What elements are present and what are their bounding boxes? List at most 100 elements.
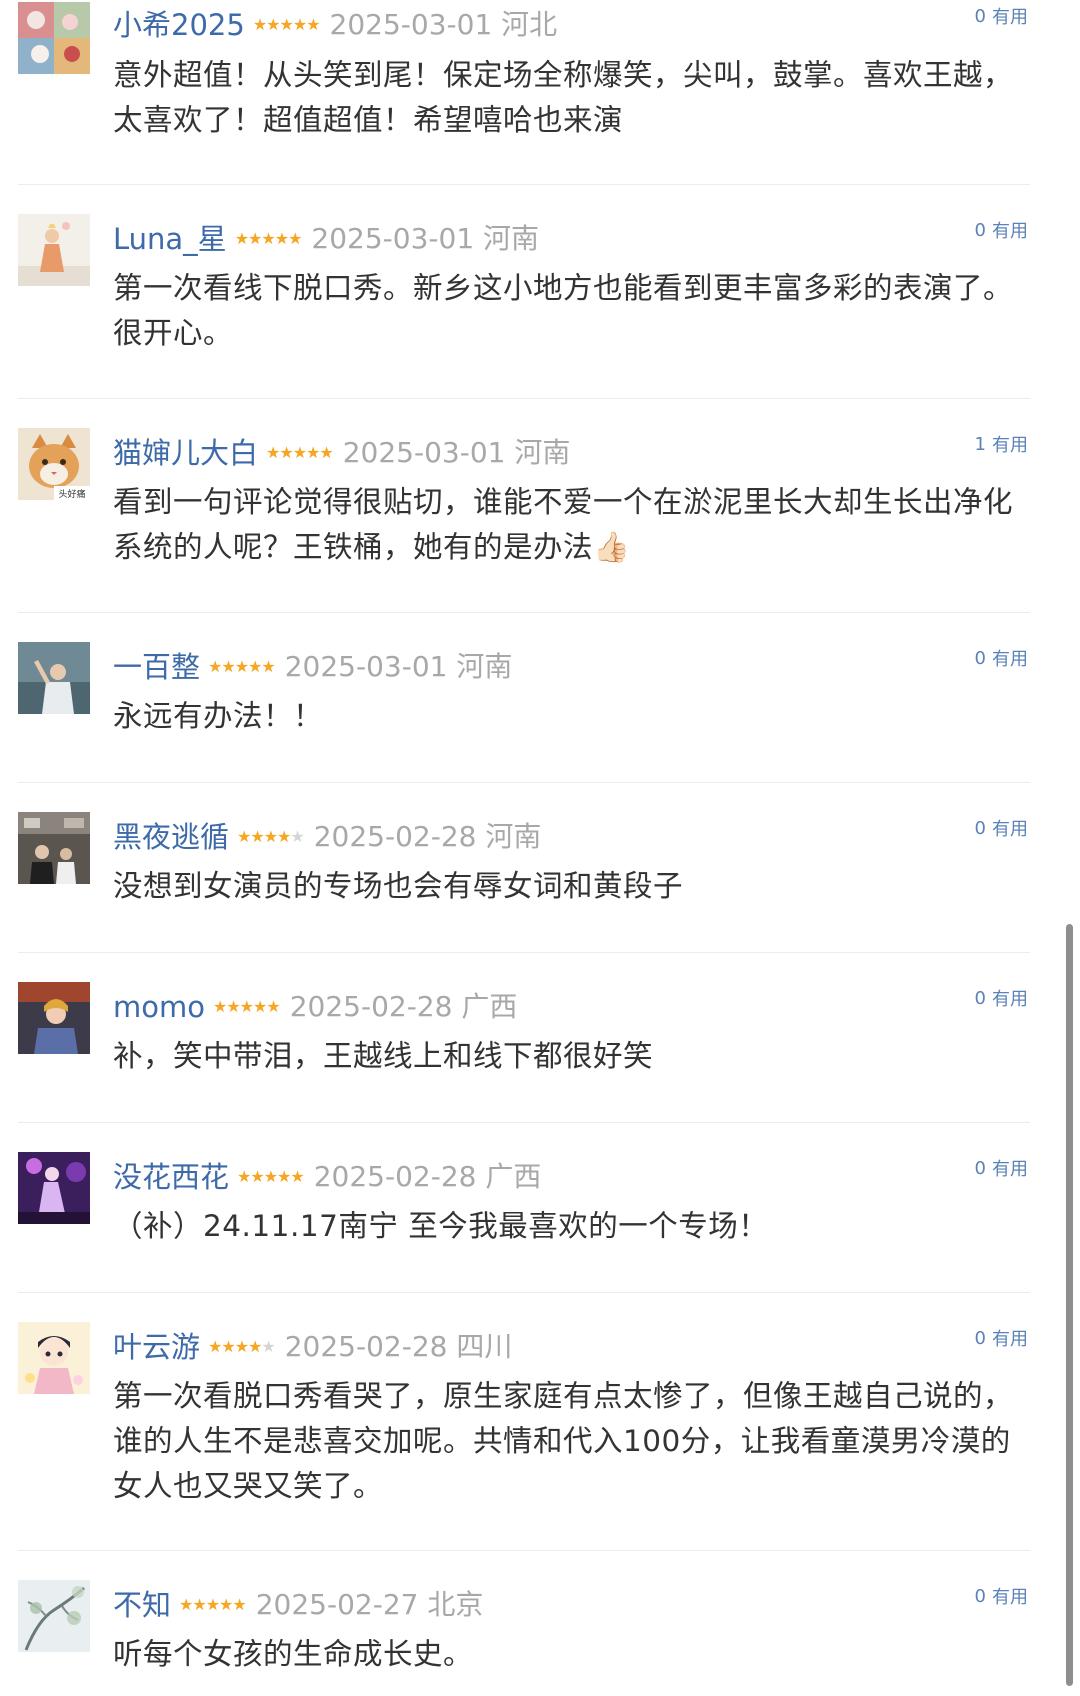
- username[interactable]: 猫婶儿大白: [113, 431, 258, 475]
- rating-stars: ★ ★ ★ ★ ★: [237, 1155, 305, 1199]
- star-filled-icon: ★: [234, 657, 249, 676]
- comment-meta: 没花西花 ★ ★ ★ ★ ★ 2025-02-28 广西: [113, 1155, 970, 1199]
- avatar[interactable]: [18, 1152, 90, 1224]
- username[interactable]: 没花西花: [113, 1155, 229, 1199]
- useful-button[interactable]: 0 有用: [975, 976, 1028, 1020]
- username[interactable]: Luna_星: [113, 217, 227, 261]
- star-filled-icon: ★: [221, 1337, 235, 1356]
- star-filled-icon: ★: [306, 443, 320, 462]
- star-filled-icon: ★: [248, 657, 262, 676]
- divider: [18, 952, 1030, 953]
- avatar-indoor-photo-icon: [18, 812, 90, 884]
- comment-meta: Luna_星 ★ ★ ★ ★ ★ 2025-03-01 河南: [113, 217, 970, 261]
- avatar[interactable]: [18, 642, 90, 714]
- star-filled-icon: ★: [274, 229, 289, 248]
- avatar-floral-collage-icon: [18, 2, 90, 74]
- avatar[interactable]: [18, 214, 90, 286]
- avatar-anime-girl-icon: [18, 1322, 90, 1394]
- useful-count: 1: [974, 433, 986, 455]
- avatar-snowy-tree-icon: [18, 1580, 90, 1652]
- star-filled-icon: ★: [250, 827, 264, 846]
- star-empty-icon: ★: [290, 827, 304, 846]
- divider: [18, 184, 1030, 185]
- avatar[interactable]: 头好痛: [18, 428, 90, 500]
- useful-label: 有用: [992, 435, 1028, 456]
- useful-label: 有用: [992, 989, 1028, 1010]
- useful-button[interactable]: 0 有用: [975, 636, 1028, 680]
- avatar[interactable]: [18, 1580, 90, 1652]
- star-filled-icon: ★: [279, 15, 294, 34]
- comment-meta: momo ★ ★ ★ ★ ★ 2025-02-28 广西: [113, 985, 970, 1029]
- star-empty-icon: ★: [261, 1337, 275, 1356]
- star-filled-icon: ★: [253, 997, 267, 1016]
- username[interactable]: 小希2025: [113, 3, 245, 47]
- useful-count: 0: [974, 1157, 986, 1179]
- rating-stars: ★ ★ ★ ★ ★: [212, 985, 281, 1029]
- comment-text: 没想到女演员的专场也会有辱女词和黄段子: [113, 869, 684, 903]
- username[interactable]: momo: [113, 985, 205, 1029]
- star-filled-icon: ★: [232, 1595, 246, 1614]
- star-filled-icon: ★: [292, 443, 307, 462]
- star-filled-icon: ★: [212, 997, 227, 1016]
- star-filled-icon: ★: [261, 229, 275, 248]
- username[interactable]: 黑夜逃循: [113, 815, 229, 859]
- star-filled-icon: ★: [237, 1167, 251, 1186]
- comment-text: 补，笑中带泪，王越线上和线下都很好笑: [113, 1039, 654, 1073]
- comments-page: 小希2025 ★ ★ ★ ★ ★ 2025-03-01 河北 0 有用 意外超值！从头笑…: [0, 0, 1080, 1696]
- star-filled-icon: ★: [277, 827, 291, 846]
- useful-button[interactable]: 0 有用: [975, 0, 1028, 38]
- star-filled-icon: ★: [263, 1167, 278, 1186]
- comment-location: 河南: [514, 436, 571, 469]
- comment-meta: 黑夜逃循 ★ ★ ★ ★ ★ 2025-02-28 河南: [113, 815, 970, 859]
- useful-count: 0: [974, 5, 986, 27]
- comment-text: 意外超值！从头笑到尾！保定场全称爆笑，尖叫，鼓掌。喜欢王越，太喜欢了！超值超值！…: [113, 58, 1014, 137]
- divider: [18, 782, 1030, 783]
- comment-location: 广西: [485, 1160, 542, 1193]
- comment-location: 河北: [501, 8, 558, 41]
- comment-location: 广西: [461, 990, 518, 1023]
- username[interactable]: 不知: [113, 1583, 171, 1627]
- useful-label: 有用: [992, 1329, 1028, 1350]
- comment-location: 河南: [456, 650, 513, 683]
- star-filled-icon: ★: [179, 1595, 193, 1614]
- comment-text: 听每个女孩的生命成长史。: [113, 1637, 474, 1671]
- comment-meta: 叶云游 ★ ★ ★ ★ ★ 2025-02-28 四川: [113, 1325, 970, 1369]
- star-filled-icon: ★: [252, 15, 267, 34]
- comment-text: 第一次看脱口秀看哭了，原生家庭有点太惨了，但像王越自己说的，谁的人生不是悲喜交加…: [113, 1379, 1014, 1503]
- star-filled-icon: ★: [234, 229, 249, 248]
- comment-text: 第一次看线下脱口秀。新乡这小地方也能看到更丰富多彩的表演了。很开心。: [113, 271, 1014, 350]
- avatar[interactable]: [18, 812, 90, 884]
- useful-button[interactable]: 0 有用: [975, 1316, 1028, 1360]
- useful-button[interactable]: 0 有用: [975, 1146, 1028, 1190]
- star-filled-icon: ★: [208, 1337, 222, 1356]
- avatar[interactable]: [18, 982, 90, 1054]
- star-filled-icon: ★: [219, 1595, 233, 1614]
- avatar[interactable]: [18, 1322, 90, 1394]
- divider: [18, 612, 1030, 613]
- comment-date: 2025-02-28: [289, 990, 453, 1023]
- useful-button[interactable]: 0 有用: [975, 208, 1028, 252]
- star-filled-icon: ★: [205, 1595, 220, 1614]
- star-filled-icon: ★: [277, 1167, 291, 1186]
- divider: [18, 1550, 1030, 1551]
- useful-button[interactable]: 0 有用: [975, 806, 1028, 850]
- username[interactable]: 一百整: [113, 645, 200, 689]
- star-filled-icon: ★: [239, 997, 254, 1016]
- rating-stars: ★ ★ ★ ★ ★: [234, 217, 303, 261]
- star-filled-icon: ★: [266, 15, 280, 34]
- comment-location: 四川: [456, 1330, 513, 1363]
- comment-date: 2025-03-01: [284, 650, 448, 683]
- vertical-scrollbar[interactable]: [1066, 924, 1073, 1686]
- useful-label: 有用: [992, 7, 1028, 28]
- comment-date: 2025-02-28: [284, 1330, 448, 1363]
- comment-meta: 猫婶儿大白 ★ ★ ★ ★ ★ 2025-03-01 河南: [113, 431, 970, 475]
- useful-button[interactable]: 0 有用: [975, 1574, 1028, 1618]
- comment-date: 2025-02-28: [313, 820, 477, 853]
- useful-button[interactable]: 1 有用: [975, 422, 1028, 466]
- star-filled-icon: ★: [192, 1595, 206, 1614]
- username[interactable]: 叶云游: [113, 1325, 200, 1369]
- star-filled-icon: ★: [261, 657, 275, 676]
- star-filled-icon: ★: [248, 1337, 262, 1356]
- avatar[interactable]: [18, 2, 90, 74]
- star-filled-icon: ★: [221, 657, 235, 676]
